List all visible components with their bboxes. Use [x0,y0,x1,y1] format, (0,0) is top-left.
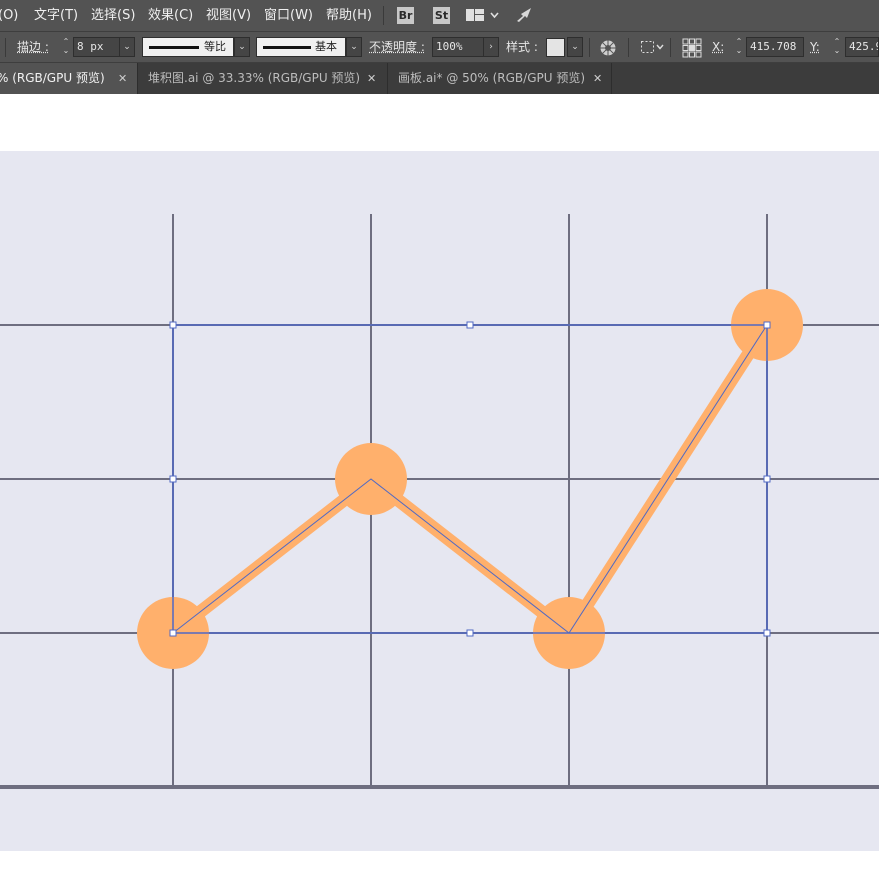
y-input[interactable]: 425.9 [845,37,879,57]
menu-object[interactable]: (O) [0,0,18,31]
bridge-icon[interactable]: Br [397,7,414,24]
tab-label: % (RGB/GPU 预览) [0,71,105,85]
control-bar: 描边 : ⌃ ⌄ 8 px ⌄ 等比 ⌄ 基本 ⌄ 不透明度 : 100% › 样… [0,31,879,63]
y-label[interactable]: Y: [810,32,820,62]
variable-width-profile[interactable]: 等比 [142,37,234,57]
gpu-rocket-icon [517,8,531,22]
stroke-weight-input[interactable]: 8 px [73,37,121,57]
profile-dropdown[interactable]: ⌄ [234,37,250,57]
opacity-label[interactable]: 不透明度 : [369,32,425,62]
style-label: 样式 : [506,40,538,54]
close-icon[interactable]: ✕ [367,63,376,94]
tab-current-document[interactable]: % (RGB/GPU 预览) ✕ [0,63,138,94]
menu-help[interactable]: 帮助(H) [326,0,372,31]
stroke-label[interactable]: 描边 : [17,32,49,62]
align-to-icon [641,41,664,53]
tab-stacked-chart[interactable]: 堆积图.ai @ 33.33% (RGB/GPU 预览) ✕ [138,63,388,94]
menu-bar: (O) 文字(T) 选择(S) 效果(C) 视图(V) 窗口(W) 帮助(H) … [0,0,879,31]
control-divider [5,38,6,57]
menu-effect[interactable]: 效果(C) [148,0,193,31]
opacity-input[interactable]: 100% [432,37,484,57]
control-divider [628,38,629,57]
workspace-switcher-icon [466,9,499,21]
stock-icon[interactable]: St [433,7,450,24]
close-icon[interactable]: ✕ [593,63,602,94]
menu-divider [383,6,384,25]
resize-handle[interactable] [169,321,177,329]
resize-handle[interactable] [466,321,474,329]
recolor-artwork-icon [600,40,616,56]
x-label[interactable]: X: [712,32,724,62]
resize-handle[interactable] [466,629,474,637]
document-canvas[interactable] [0,94,879,873]
menu-type[interactable]: 文字(T) [34,0,78,31]
opacity-arrow[interactable]: › [483,37,499,57]
tab-label: 画板.ai* @ 50% (RGB/GPU 预览) [398,71,586,85]
artboard [0,151,879,851]
resize-handle[interactable] [169,629,177,637]
control-divider [589,38,590,57]
profile-label: 等比 [204,40,226,53]
brush-line-preview [263,46,311,49]
brush-dropdown[interactable]: ⌄ [346,37,362,57]
line-chart-artwork[interactable] [0,94,879,873]
x-input[interactable]: 415.708 p [746,37,804,57]
tab-artboard[interactable]: 画板.ai* @ 50% (RGB/GPU 预览) ✕ [388,63,612,94]
style-dropdown[interactable]: ⌄ [567,37,583,57]
resize-handle[interactable] [763,475,771,483]
resize-handle[interactable] [763,629,771,637]
reference-point-icon [682,38,702,58]
control-divider [670,38,671,57]
y-stepper[interactable]: ⌃ ⌄ [831,37,843,57]
resize-handle[interactable] [763,321,771,329]
brush-label: 基本 [315,40,337,53]
resize-handle[interactable] [169,475,177,483]
x-stepper[interactable]: ⌃ ⌄ [733,37,745,57]
graphic-style-swatch[interactable] [546,38,565,57]
document-tab-bar: % (RGB/GPU 预览) ✕ 堆积图.ai @ 33.33% (RGB/GP… [0,63,879,94]
menu-window[interactable]: 窗口(W) [264,0,313,31]
menu-select[interactable]: 选择(S) [91,0,135,31]
tab-label: 堆积图.ai @ 33.33% (RGB/GPU 预览) [148,71,361,85]
stroke-weight-dropdown[interactable]: ⌄ [119,37,135,57]
profile-line-preview [149,46,199,49]
brush-definition[interactable]: 基本 [256,37,346,57]
menu-view[interactable]: 视图(V) [206,0,251,31]
stroke-weight-stepper[interactable]: ⌃ ⌄ [60,37,72,57]
close-icon[interactable]: ✕ [118,63,127,94]
